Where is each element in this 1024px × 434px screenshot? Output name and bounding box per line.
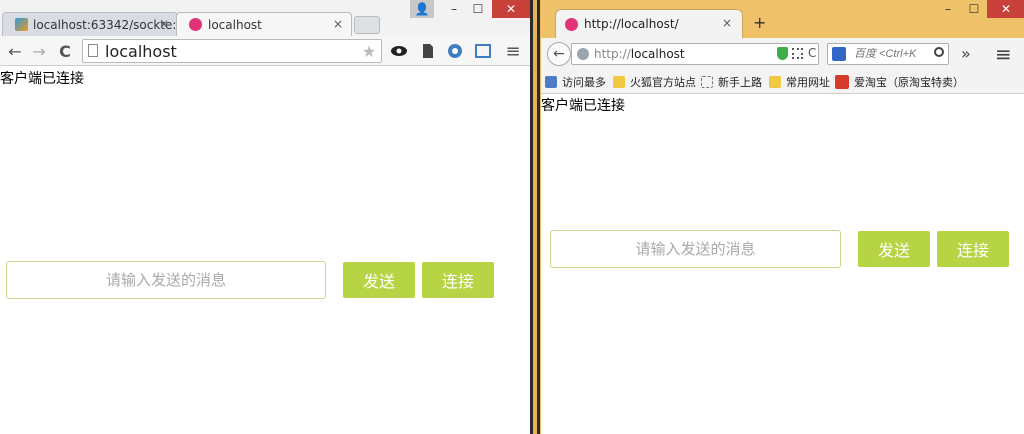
folder-icon bbox=[613, 76, 625, 88]
tab-localhost-63342[interactable]: localhost:63342/sockte: × bbox=[2, 12, 178, 36]
evernote-icon[interactable] bbox=[416, 40, 438, 62]
tab-http-localhost[interactable]: http://localhost/ × bbox=[555, 9, 743, 38]
connect-button[interactable]: 连接 bbox=[937, 231, 1009, 267]
tab-close-icon[interactable]: × bbox=[333, 17, 343, 31]
tab-close-icon[interactable]: × bbox=[722, 16, 732, 30]
omnibox[interactable]: localhost bbox=[82, 39, 382, 63]
user-icon[interactable]: 👤 bbox=[410, 0, 434, 18]
bookmark-label: 常用网址 bbox=[786, 76, 830, 89]
forward-icon[interactable]: → bbox=[28, 40, 50, 62]
tab-localhost[interactable]: localhost × bbox=[176, 12, 352, 36]
firefox-menu-icon[interactable]: ≡ bbox=[995, 42, 1012, 66]
minimize-button[interactable]: – bbox=[935, 0, 961, 18]
bookmark-label: 新手上路 bbox=[718, 76, 762, 89]
bookmark-label: 爱淘宝（原淘宝特卖） bbox=[854, 76, 964, 89]
left-browser-window: localhost:63342/sockte: × localhost × 👤 … bbox=[0, 0, 530, 434]
chrome-menu-icon[interactable]: ≡ bbox=[502, 40, 524, 62]
qr-code-icon[interactable] bbox=[792, 48, 803, 59]
favicon-icon bbox=[189, 18, 202, 31]
favicon-icon bbox=[565, 18, 578, 31]
most-visited-icon bbox=[545, 76, 557, 88]
connect-button[interactable]: 连接 bbox=[422, 262, 494, 298]
tab-label: http://localhost/ bbox=[584, 17, 679, 31]
bookmark-firefox-site[interactable]: 火狐官方站点 bbox=[613, 74, 696, 90]
bookmark-common-sites[interactable]: 常用网址 bbox=[769, 74, 830, 90]
bookmark-aitaobao[interactable]: 爱淘宝（原淘宝特卖） bbox=[835, 74, 964, 90]
left-toolbar: ← → C localhost ★ ≡ bbox=[0, 36, 530, 66]
send-button[interactable]: 发送 bbox=[343, 262, 415, 298]
back-icon: ← bbox=[553, 46, 565, 62]
url-host: localhost bbox=[630, 47, 685, 61]
url-text: http://localhost bbox=[594, 47, 685, 61]
page-icon bbox=[88, 44, 98, 57]
divider-accent bbox=[533, 0, 537, 434]
url-prefix: http:// bbox=[594, 47, 631, 61]
bookmark-most-visited[interactable]: 访问最多 bbox=[545, 74, 606, 90]
left-tab-strip: localhost:63342/sockte: × localhost × 👤 … bbox=[0, 0, 530, 36]
dotted-page-icon bbox=[701, 76, 713, 88]
bookmark-getting-started[interactable]: 新手上路 bbox=[701, 74, 762, 90]
search-input[interactable] bbox=[854, 46, 934, 62]
right-title-bar: http://localhost/ × + – ☐ ✕ bbox=[541, 0, 1024, 38]
bookmark-star-icon[interactable]: ★ bbox=[358, 40, 380, 62]
globe-icon bbox=[577, 48, 589, 60]
bookmark-label: 火狐官方站点 bbox=[630, 76, 696, 89]
connection-status: 客户端已连接 bbox=[541, 98, 625, 114]
bookmarks-bar: 访问最多 火狐官方站点 新手上路 常用网址 爱淘宝（原淘宝特卖） bbox=[541, 70, 1024, 94]
omnibox-url: localhost bbox=[105, 42, 177, 61]
close-window-button[interactable]: ✕ bbox=[987, 0, 1024, 18]
shield-icon bbox=[777, 47, 788, 60]
tab-close-icon[interactable]: × bbox=[159, 17, 169, 31]
new-tab-plus-icon[interactable]: + bbox=[753, 13, 766, 32]
eye-icon[interactable] bbox=[388, 40, 410, 62]
new-tab-button[interactable] bbox=[354, 16, 380, 34]
reload-icon[interactable]: C bbox=[808, 46, 816, 60]
search-box[interactable] bbox=[827, 43, 949, 65]
maximize-button[interactable]: ☐ bbox=[961, 0, 987, 18]
back-button[interactable]: ← bbox=[547, 42, 571, 66]
close-window-button[interactable]: ✕ bbox=[492, 0, 530, 18]
reload-icon[interactable]: C bbox=[54, 40, 76, 62]
message-input[interactable] bbox=[6, 261, 326, 299]
back-icon[interactable]: ← bbox=[4, 40, 26, 62]
baidu-icon bbox=[832, 47, 846, 61]
window-divider bbox=[530, 0, 540, 434]
tab-label: localhost:63342/sockte: bbox=[33, 17, 177, 32]
search-icon[interactable] bbox=[934, 47, 944, 57]
right-nav-bar: ← http://localhost C » ≡ bbox=[541, 38, 1024, 70]
connection-status: 客户端已连接 bbox=[0, 71, 84, 87]
extension-swirl-icon[interactable] bbox=[444, 40, 466, 62]
folder-icon bbox=[769, 76, 781, 88]
overflow-chevron-icon[interactable]: » bbox=[961, 44, 971, 63]
right-browser-window: http://localhost/ × + – ☐ ✕ ← http://loc… bbox=[540, 0, 1024, 434]
message-input[interactable] bbox=[550, 230, 841, 268]
maximize-button[interactable]: ☐ bbox=[466, 0, 490, 18]
tab-label: localhost bbox=[208, 17, 262, 32]
bookmark-label: 访问最多 bbox=[562, 76, 606, 89]
send-button[interactable]: 发送 bbox=[858, 231, 930, 267]
minimize-button[interactable]: – bbox=[442, 0, 466, 18]
screen-capture-icon[interactable] bbox=[472, 40, 494, 62]
taobao-icon bbox=[835, 75, 849, 89]
url-bar[interactable]: http://localhost C bbox=[571, 43, 819, 65]
webstorm-icon bbox=[15, 18, 28, 31]
